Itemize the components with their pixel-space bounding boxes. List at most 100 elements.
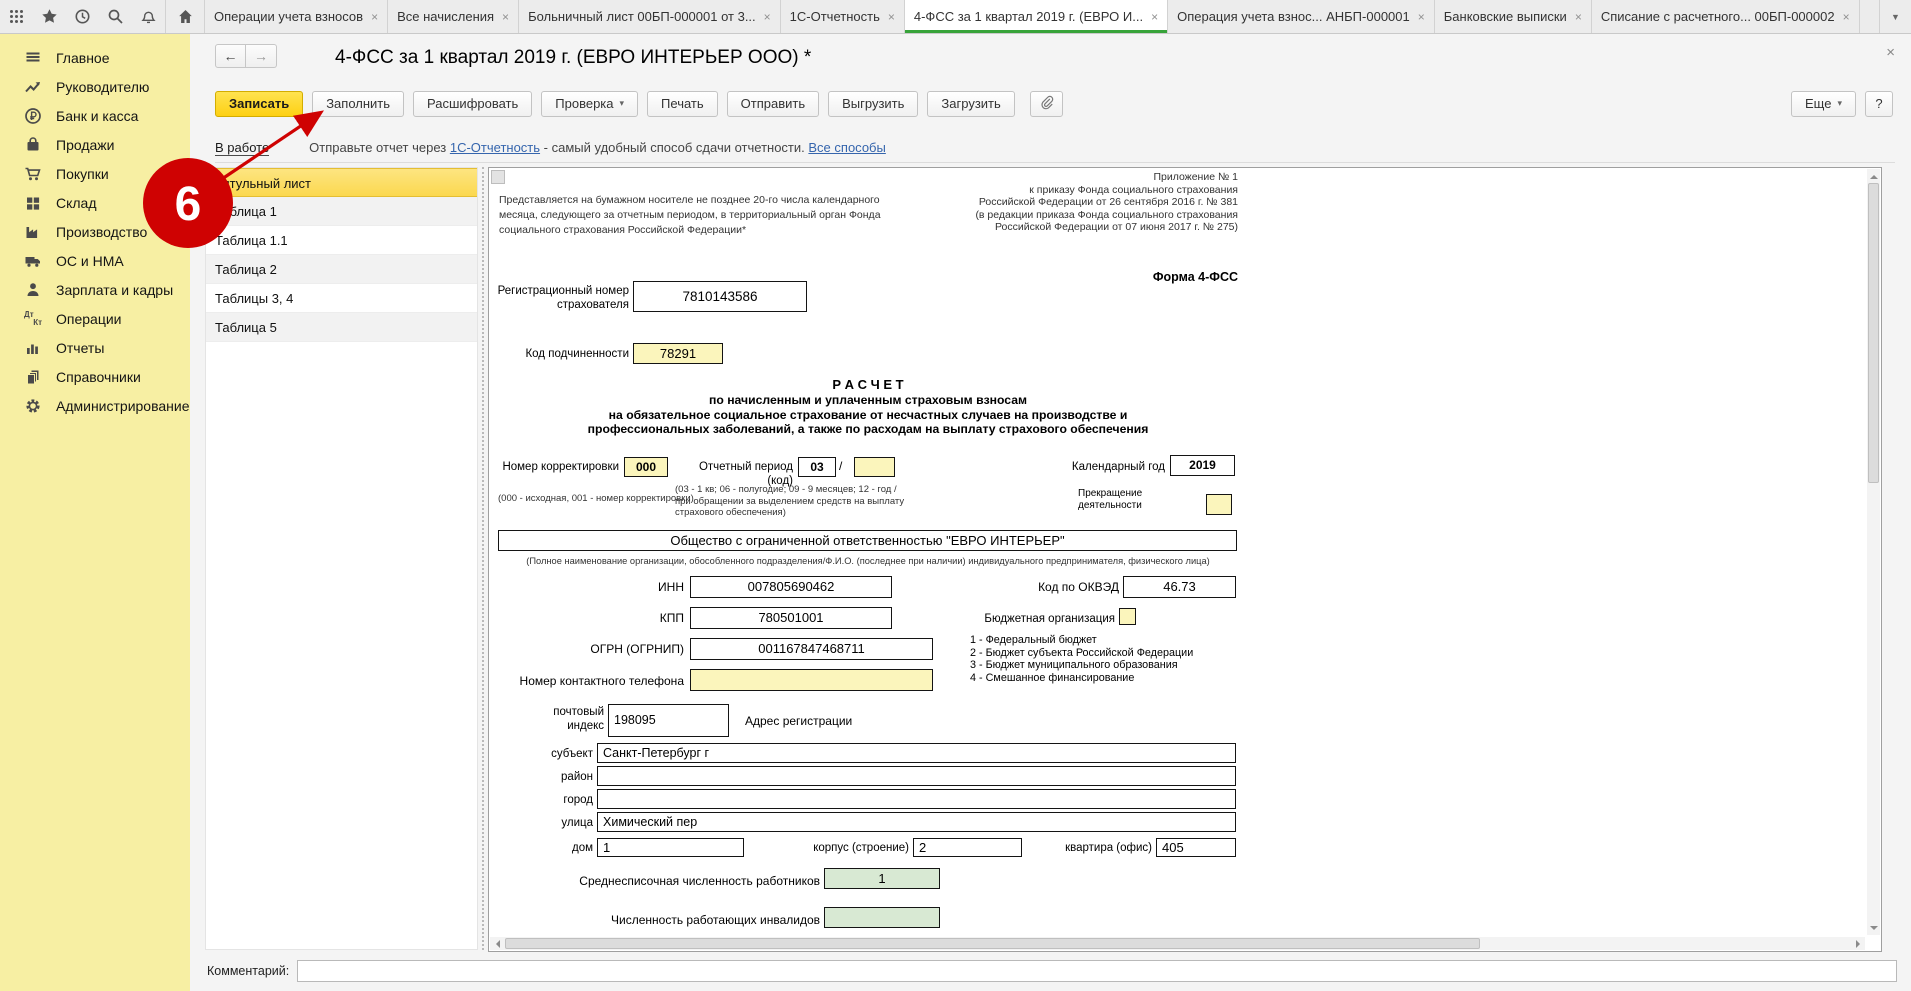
sidebar-item-rukovoditelyu[interactable]: Руководителю xyxy=(0,72,190,101)
reg-number-label: Регистрационный номер страхователя xyxy=(489,284,629,312)
inn-field[interactable]: 007805690462 xyxy=(690,576,892,598)
help-button[interactable]: ? xyxy=(1865,91,1893,117)
check-button[interactable]: Проверка▾ xyxy=(541,91,638,117)
decrypt-button[interactable]: Расшифровать xyxy=(413,91,532,117)
house-field[interactable]: 1 xyxy=(597,838,744,857)
disabled-count-field[interactable] xyxy=(824,907,940,928)
tab-close-icon[interactable]: × xyxy=(1151,10,1158,24)
sidebar-item-operatsii[interactable]: ДтКт Операции xyxy=(0,304,190,333)
section-tables-3-4[interactable]: Таблицы 3, 4 xyxy=(206,284,477,313)
kpp-field[interactable]: 780501001 xyxy=(690,607,892,629)
tab-vse-nachisleniya[interactable]: Все начисления× xyxy=(388,0,519,33)
scroll-down-arrow[interactable] xyxy=(1867,922,1880,935)
subject-field[interactable]: Санкт-Петербург г xyxy=(597,743,1236,763)
tab-close-icon[interactable]: × xyxy=(764,10,771,24)
section-table-1-1[interactable]: Таблица 1.1 xyxy=(206,226,477,255)
tab-operatsiya-ucheta[interactable]: Операция учета взнос... АНБП-000001× xyxy=(1168,0,1435,33)
history-clock-icon[interactable] xyxy=(66,0,99,33)
panel-splitter[interactable] xyxy=(482,167,484,950)
tab-spisanie[interactable]: Списание с расчетного... 00БП-000002× xyxy=(1592,0,1860,33)
sidebar-item-bank-i-kassa[interactable]: Банк и касса xyxy=(0,101,190,130)
tab-operations-vznosov[interactable]: Операции учета взносов× xyxy=(205,0,388,33)
tab-close-icon[interactable]: × xyxy=(502,10,509,24)
fill-button[interactable]: Заполнить xyxy=(312,91,404,117)
tab-bankovskie-vypiski[interactable]: Банковские выписки× xyxy=(1435,0,1592,33)
apps-menu-icon[interactable] xyxy=(0,0,33,33)
tab-close-icon[interactable]: × xyxy=(1418,10,1425,24)
back-button[interactable]: ← xyxy=(215,44,246,68)
termination-label: Прекращение деятельности xyxy=(1078,488,1166,512)
phone-field[interactable] xyxy=(690,669,933,691)
ogrn-field[interactable]: 001167847468711 xyxy=(690,638,933,660)
period-field[interactable]: 03 xyxy=(798,457,836,477)
section-title-page[interactable]: Титульный лист xyxy=(206,168,477,197)
sidebar-item-otchety[interactable]: Отчеты xyxy=(0,333,190,362)
building-field[interactable]: 2 xyxy=(913,838,1022,857)
save-button[interactable]: Записать xyxy=(215,91,303,117)
attach-button[interactable] xyxy=(1030,91,1063,117)
sidebar-item-proizvodstvo[interactable]: Производство xyxy=(0,217,190,246)
sidebar-item-administrirovanie[interactable]: Администрирование xyxy=(0,391,190,420)
street-field[interactable]: Химический пер xyxy=(597,812,1236,832)
tab-1c-otchetnost[interactable]: 1С-Отчетность× xyxy=(781,0,905,33)
tab-4fss-active[interactable]: 4-ФСС за 1 квартал 2019 г. (ЕВРО И...× xyxy=(905,0,1168,33)
sidebar-item-pokupki[interactable]: Покупки xyxy=(0,159,190,188)
postal-field[interactable]: 198095 xyxy=(608,704,729,737)
section-table-1[interactable]: Таблица 1 xyxy=(206,197,477,226)
section-table-5[interactable]: Таблица 5 xyxy=(206,313,477,342)
sidebar-item-os-i-nma[interactable]: ОС и НМА xyxy=(0,246,190,275)
org-name-field[interactable]: Общество с ограниченной ответственностью… xyxy=(498,530,1237,551)
sidebar-item-sklad[interactable]: Склад xyxy=(0,188,190,217)
period-slash: / xyxy=(839,459,842,473)
horizontal-scroll-thumb[interactable] xyxy=(505,938,1480,949)
ogrn-label: ОГРН (ОГРНИП) xyxy=(574,642,684,656)
notifications-bell-icon[interactable] xyxy=(132,0,165,33)
okved-field[interactable]: 46.73 xyxy=(1123,576,1236,598)
tab-close-icon[interactable]: × xyxy=(1843,10,1850,24)
1c-reporting-link[interactable]: 1С-Отчетность xyxy=(450,140,540,155)
sidebar-item-label: Отчеты xyxy=(56,340,104,356)
forward-button[interactable]: → xyxy=(246,44,277,68)
home-icon[interactable] xyxy=(165,0,205,33)
export-button[interactable]: Выгрузить xyxy=(828,91,918,117)
vertical-scrollbar[interactable] xyxy=(1867,169,1880,935)
tab-close-icon[interactable]: × xyxy=(371,10,378,24)
all-methods-link[interactable]: Все способы xyxy=(808,140,885,155)
section-table-2[interactable]: Таблица 2 xyxy=(206,255,477,284)
scroll-left-arrow[interactable] xyxy=(490,937,503,950)
reg-number-field[interactable]: 7810143586 xyxy=(633,281,807,312)
scroll-up-arrow[interactable] xyxy=(1867,169,1880,182)
city-field[interactable] xyxy=(597,789,1236,809)
sidebar-item-glavnoe[interactable]: Главное xyxy=(0,43,190,72)
district-field[interactable] xyxy=(597,766,1236,786)
print-button[interactable]: Печать xyxy=(647,91,718,117)
year-field[interactable]: 2019 xyxy=(1170,455,1235,476)
favorites-star-icon[interactable] xyxy=(33,0,66,33)
budget-org-field[interactable] xyxy=(1119,608,1136,625)
close-form-icon[interactable]: × xyxy=(1886,44,1895,61)
tab-bolnichny-list[interactable]: Больничный лист 00БП-000001 от 3...× xyxy=(519,0,781,33)
tab-overflow-chevron-icon[interactable]: ▼ xyxy=(1879,0,1911,33)
budget-types-list: 1 - Федеральный бюджет 2 - Бюджет субъек… xyxy=(970,634,1193,684)
status-state-link[interactable]: В работе xyxy=(215,140,269,156)
import-button[interactable]: Загрузить xyxy=(927,91,1014,117)
horizontal-scrollbar[interactable] xyxy=(490,937,1865,950)
comment-input[interactable] xyxy=(297,960,1897,982)
subordination-field[interactable]: 78291 xyxy=(633,343,723,364)
scroll-right-arrow[interactable] xyxy=(1852,937,1865,950)
factory-icon xyxy=(24,223,42,241)
tab-close-icon[interactable]: × xyxy=(1575,10,1582,24)
search-icon[interactable] xyxy=(99,0,132,33)
more-button[interactable]: Еще▾ xyxy=(1791,91,1856,117)
vertical-scroll-thumb[interactable] xyxy=(1868,183,1879,483)
apartment-field[interactable]: 405 xyxy=(1156,838,1236,857)
period-extra-field[interactable] xyxy=(854,457,895,477)
correction-field[interactable]: 000 xyxy=(624,457,668,477)
sidebar-item-prodazhi[interactable]: Продажи xyxy=(0,130,190,159)
sidebar-item-zarplata-i-kadry[interactable]: Зарплата и кадры xyxy=(0,275,190,304)
tab-close-icon[interactable]: × xyxy=(888,10,895,24)
sidebar-item-spravochniki[interactable]: Справочники xyxy=(0,362,190,391)
avg-headcount-field[interactable]: 1 xyxy=(824,868,940,889)
termination-field[interactable] xyxy=(1206,494,1232,515)
send-button[interactable]: Отправить xyxy=(727,91,819,117)
